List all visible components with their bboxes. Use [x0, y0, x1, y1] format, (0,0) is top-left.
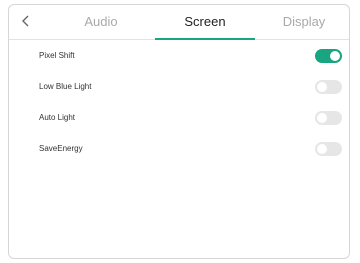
toggle-knob	[317, 81, 327, 92]
setting-row-low-blue-light: Low Blue Light	[9, 71, 349, 102]
setting-label: Pixel Shift	[39, 51, 75, 60]
setting-label: Low Blue Light	[39, 82, 92, 91]
chevron-left-icon	[22, 15, 29, 27]
tab-display[interactable]: Display	[259, 5, 349, 39]
tab-bar: Audio Screen Display	[9, 5, 349, 40]
tab-screen[interactable]: Screen	[155, 5, 255, 39]
setting-label: Auto Light	[39, 113, 76, 122]
toggle-knob	[317, 143, 327, 154]
setting-row-pixel-shift: Pixel Shift	[9, 40, 349, 71]
screen-settings-panel: Audio Screen Display Pixel Shift Low Blu…	[8, 4, 350, 259]
tab-audio[interactable]: Audio	[61, 5, 141, 39]
toggle-knob	[317, 112, 327, 123]
auto-light-toggle[interactable]	[315, 110, 342, 125]
setting-row-auto-light: Auto Light	[9, 102, 349, 133]
toggle-knob	[330, 50, 340, 61]
low-blue-light-toggle[interactable]	[315, 79, 342, 94]
back-button[interactable]	[15, 10, 37, 32]
setting-row-save-energy: SaveEnergy	[9, 133, 349, 164]
save-energy-toggle[interactable]	[315, 141, 342, 156]
pixel-shift-toggle[interactable]	[315, 48, 342, 63]
settings-list: Pixel Shift Low Blue Light Auto Light Sa…	[9, 40, 349, 164]
setting-label: SaveEnergy	[39, 144, 83, 153]
